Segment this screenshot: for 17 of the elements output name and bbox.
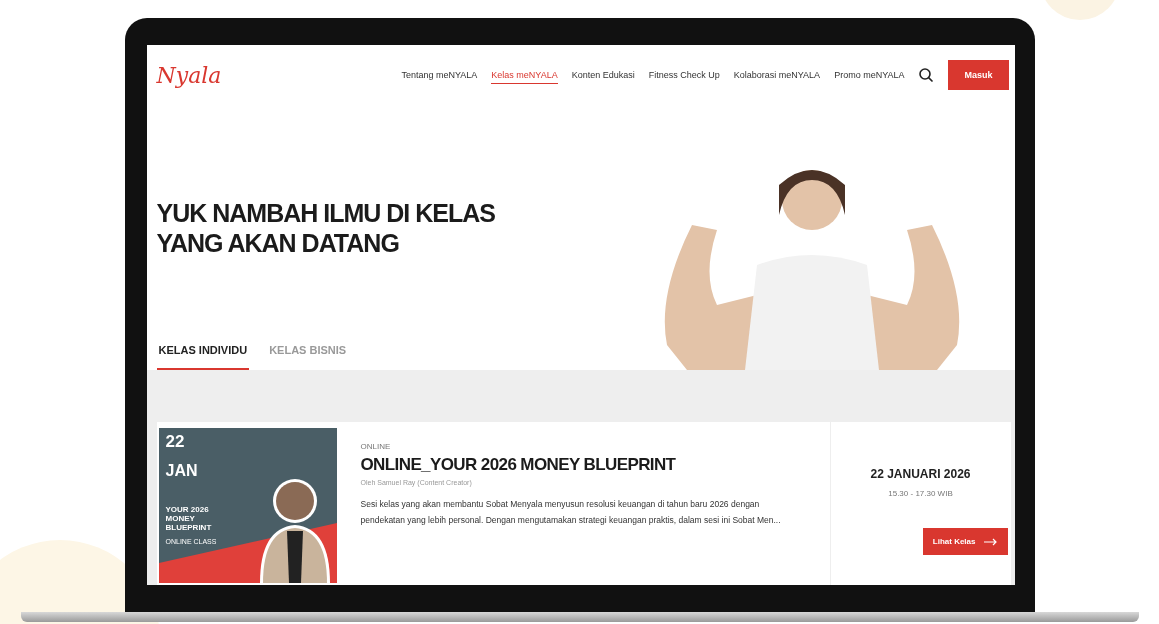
nav-link[interactable]: Kelas meNYALA: [491, 66, 558, 84]
class-description: Sesi kelas yang akan membantu Sobat Menyala menyusun resolusi keuangan di tahun baru 2026 dengan pendekatan yang lebih personal. Dengan mengutamakan strategi keuangan praktis, dalam sesi ini Sobat Men...: [360, 498, 782, 528]
view-class-button[interactable]: Lihat Kelas: [922, 528, 1008, 555]
class-title: ONLINE_YOUR 2026 MONEY BLUEPRINT: [360, 455, 677, 475]
hero-title: YUK NAMBAH ILMU DI KELAS YANG AKAN DATANG: [156, 198, 496, 258]
class-date: 22 JANUARI 2026: [870, 467, 971, 481]
nav-link[interactable]: Tentang meNYALA: [401, 66, 478, 84]
arrow-icon: [983, 537, 998, 546]
nav-link[interactable]: Kolaborasi meNYALA: [733, 66, 821, 84]
class-category: ONLINE: [360, 442, 392, 451]
nav-link[interactable]: Fitness Check Up: [648, 66, 720, 84]
login-button[interactable]: Masuk: [948, 60, 1009, 90]
search-icon[interactable]: [918, 67, 935, 83]
nav-link[interactable]: Konten Edukasi: [571, 66, 635, 84]
class-time: 15.30 - 17.30 WIB: [888, 489, 953, 498]
site-logo[interactable]: Nyala: [156, 62, 222, 88]
nav-link[interactable]: Promo meNYALA: [834, 66, 905, 84]
